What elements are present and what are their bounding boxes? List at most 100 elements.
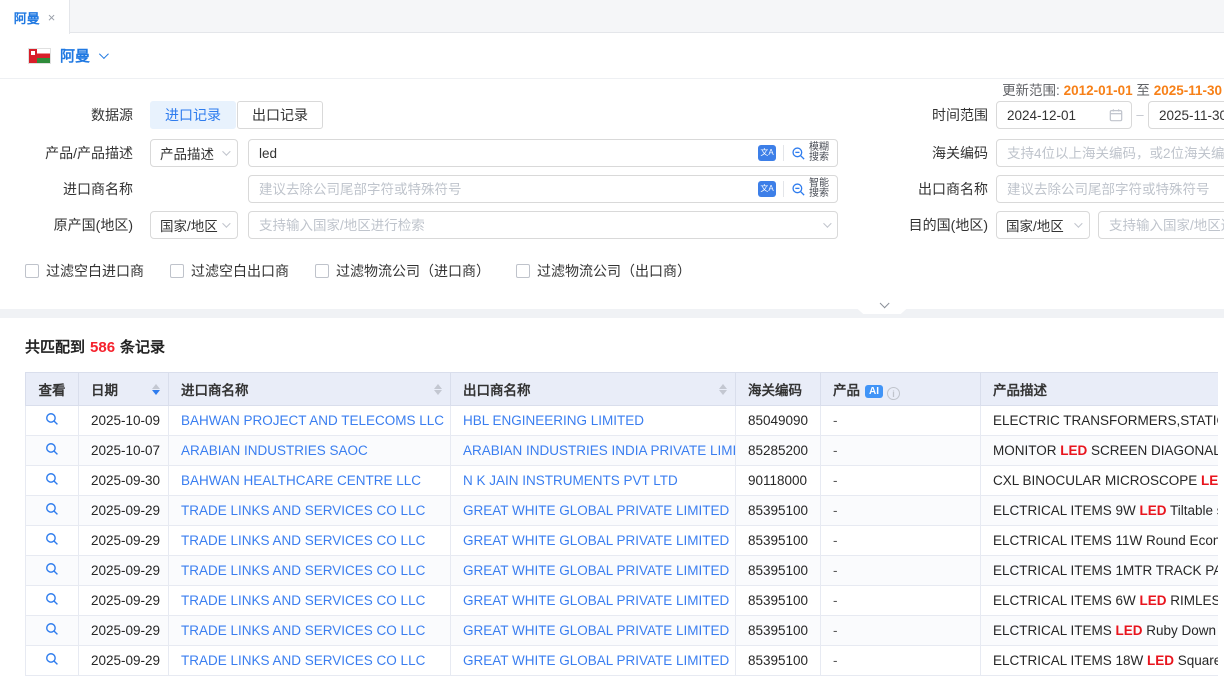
sort-icon[interactable] [434, 384, 442, 395]
fuzzy-search-button[interactable]: 模糊 搜索 [791, 143, 829, 164]
view-record-button[interactable] [26, 502, 78, 516]
exporter-link[interactable]: GREAT WHITE GLOBAL PRIVATE LIMITED [451, 616, 736, 646]
origin-country-select[interactable]: 国家/地区 [150, 211, 238, 239]
export-records-tab[interactable]: 出口记录 [237, 101, 323, 129]
date-cell: 2025-09-29 [79, 556, 169, 586]
checkbox-icon[interactable] [170, 264, 184, 278]
view-record-button[interactable] [26, 412, 78, 426]
description-cell: ELCTRICAL ITEMS 18W LED Square E... [981, 646, 1219, 676]
description-cell: CXL BINOCULAR MICROSCOPE LED (... [981, 466, 1219, 496]
description-cell: ELCTRICAL ITEMS 6W LED RIMLESS ... [981, 586, 1219, 616]
exporter-link[interactable]: GREAT WHITE GLOBAL PRIVATE LIMITED [451, 526, 736, 556]
checkbox-label: 过滤空白出口商 [191, 261, 289, 281]
calendar-icon[interactable] [1109, 108, 1123, 122]
product-search-group: 文A 模糊 搜索 [248, 139, 838, 167]
magnifier-icon [45, 532, 59, 546]
importer-link[interactable]: TRADE LINKS AND SERVICES CO LLC [169, 556, 451, 586]
importer-link[interactable]: BAHWAN PROJECT AND TELECOMS LLC [169, 406, 451, 436]
description-text: SCREEN DIAGONAL S... [1087, 443, 1218, 458]
hs-code-cell: 85395100 [736, 496, 821, 526]
sort-icon[interactable] [152, 384, 160, 395]
view-record-button[interactable] [26, 532, 78, 546]
column-header-importer[interactable]: 进口商名称 [169, 373, 451, 406]
hs-code-cell: 85395100 [736, 586, 821, 616]
checkbox-icon[interactable] [315, 264, 329, 278]
description-text: Ruby Down Li... [1143, 623, 1218, 638]
exporter-label: 出口商名称 [850, 175, 988, 203]
table-body: 2025-10-09BAHWAN PROJECT AND TELECOMS LL… [26, 406, 1219, 676]
product-type-select[interactable]: 产品描述 [150, 139, 238, 167]
view-record-button[interactable] [26, 592, 78, 606]
hs-code-input[interactable] [997, 141, 1224, 165]
exporter-name-input[interactable] [997, 177, 1224, 201]
exporter-link[interactable]: HBL ENGINEERING LIMITED [451, 406, 736, 436]
destination-label: 目的国(地区) [850, 211, 988, 239]
exporter-link[interactable]: GREAT WHITE GLOBAL PRIVATE LIMITED [451, 496, 736, 526]
view-record-button[interactable] [26, 562, 78, 576]
view-record-button[interactable] [26, 652, 78, 666]
ai-badge: AI [865, 385, 883, 398]
smart-search-label: 智能 搜索 [809, 179, 829, 200]
magnifier-icon [45, 622, 59, 636]
view-record-button[interactable] [26, 472, 78, 486]
checkbox-icon[interactable] [516, 264, 530, 278]
keyword-highlight: LED [1147, 653, 1174, 668]
column-header-exporter[interactable]: 出口商名称 [451, 373, 736, 406]
column-header-date[interactable]: 日期 [79, 373, 169, 406]
destination-input[interactable] [1099, 213, 1224, 237]
update-range-from: 2012-01-01 [1064, 83, 1133, 98]
hs-code-cell: 85285200 [736, 436, 821, 466]
importer-name-input[interactable] [249, 177, 758, 201]
filter-checkboxes: 过滤空白进口商 过滤空白出口商 过滤物流公司（进口商） 过滤物流公司（出口商） [25, 261, 691, 281]
importer-link[interactable]: TRADE LINKS AND SERVICES CO LLC [169, 526, 451, 556]
filter-checkbox-3[interactable]: 过滤物流公司（出口商） [516, 261, 691, 281]
importer-link[interactable]: TRADE LINKS AND SERVICES CO LLC [169, 496, 451, 526]
hs-code-cell: 85395100 [736, 646, 821, 676]
divider [783, 145, 784, 161]
table-row: 2025-09-29TRADE LINKS AND SERVICES CO LL… [26, 586, 1219, 616]
date-from-input[interactable] [997, 103, 1109, 127]
importer-link[interactable]: BAHWAN HEALTHCARE CENTRE LLC [169, 466, 451, 496]
importer-link[interactable]: TRADE LINKS AND SERVICES CO LLC [169, 586, 451, 616]
collapse-filters-handle[interactable] [843, 296, 921, 314]
view-record-button[interactable] [26, 442, 78, 456]
view-record-button[interactable] [26, 622, 78, 636]
close-icon[interactable]: × [48, 11, 56, 24]
smart-search-button[interactable]: 智能 搜索 [791, 179, 829, 200]
tab-oman[interactable]: 阿曼 × [0, 0, 70, 34]
date-cell: 2025-10-09 [79, 406, 169, 436]
tab-bar: 阿曼 × [0, 0, 1224, 33]
exporter-link[interactable]: GREAT WHITE GLOBAL PRIVATE LIMITED [451, 556, 736, 586]
view-cell [26, 436, 79, 466]
importer-link[interactable]: ARABIAN INDUSTRIES SAOC [169, 436, 451, 466]
destination-select[interactable]: 国家/地区 [996, 211, 1090, 239]
filter-checkbox-1[interactable]: 过滤空白出口商 [170, 261, 289, 281]
column-label: 海关编码 [748, 383, 802, 398]
date-to-input[interactable] [1149, 103, 1224, 127]
country-selector[interactable]: 阿曼 [28, 45, 106, 66]
importer-link[interactable]: TRADE LINKS AND SERVICES CO LLC [169, 616, 451, 646]
sort-icon[interactable] [719, 384, 727, 395]
info-icon[interactable]: i [887, 387, 900, 400]
filter-checkbox-0[interactable]: 过滤空白进口商 [25, 261, 144, 281]
product-search-input[interactable] [249, 141, 758, 165]
chevron-down-icon [879, 298, 889, 308]
exporter-link[interactable]: GREAT WHITE GLOBAL PRIVATE LIMITED [451, 646, 736, 676]
checkbox-icon[interactable] [25, 264, 39, 278]
translate-icon[interactable]: 文A [758, 181, 776, 197]
import-records-tab[interactable]: 进口记录 [150, 101, 236, 129]
exporter-link[interactable]: ARABIAN INDUSTRIES INDIA PRIVATE LIMIT..… [451, 436, 736, 466]
view-cell [26, 526, 79, 556]
origin-country-input[interactable] [249, 213, 823, 237]
translate-icon[interactable]: 文A [758, 145, 776, 161]
data-source-switch: 进口记录 出口记录 [150, 101, 323, 129]
table-row: 2025-10-07ARABIAN INDUSTRIES SAOCARABIAN… [26, 436, 1219, 466]
product-cell: - [821, 466, 981, 496]
origin-country-input-wrap [248, 211, 838, 239]
exporter-link[interactable]: GREAT WHITE GLOBAL PRIVATE LIMITED [451, 586, 736, 616]
exporter-link[interactable]: N K JAIN INSTRUMENTS PVT LTD [451, 466, 736, 496]
description-text: MONITOR [993, 443, 1060, 458]
description-text: ELCTRICAL ITEMS 1MTR TRACK PATT... [993, 563, 1218, 578]
importer-link[interactable]: TRADE LINKS AND SERVICES CO LLC [169, 646, 451, 676]
filter-checkbox-2[interactable]: 过滤物流公司（进口商） [315, 261, 490, 281]
